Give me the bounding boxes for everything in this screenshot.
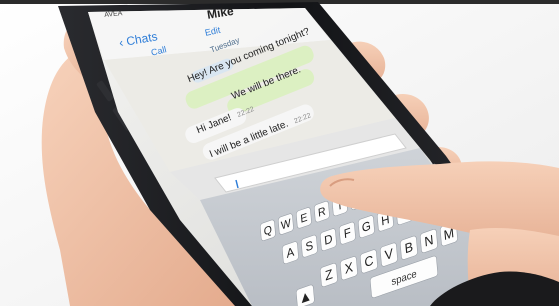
key-label: R — [318, 205, 327, 220]
key-label: Z — [324, 266, 333, 284]
shift-arrow-icon: ▲ — [301, 289, 311, 305]
key-label: N — [424, 232, 434, 250]
key-label: V — [384, 245, 394, 263]
key-label: F — [343, 225, 351, 242]
key-label: S — [305, 238, 314, 255]
key-label: X — [344, 259, 354, 277]
key-label: D — [324, 231, 334, 248]
key-label: E — [300, 211, 308, 226]
photo-scene: QWERTYUIOPASDFGHJKLZXCVBNMspace▲ — [0, 0, 559, 306]
key-label: C — [364, 252, 375, 270]
key-label: G — [361, 218, 371, 235]
key-label: B — [404, 238, 414, 256]
